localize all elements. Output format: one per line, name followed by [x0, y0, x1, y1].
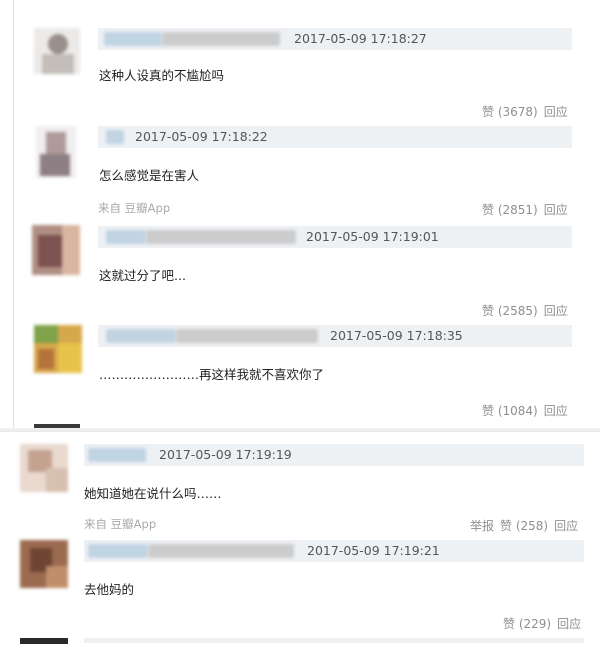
reply-button[interactable]: 回应	[544, 404, 568, 418]
username-extra	[146, 230, 296, 244]
username[interactable]	[88, 448, 146, 462]
username-extra	[162, 32, 280, 46]
avatar[interactable]	[34, 28, 80, 74]
comment-source: 来自 豆瓣App	[84, 517, 157, 531]
comment-actions: 赞 (3678) 回应	[482, 103, 568, 120]
like-button[interactable]: 赞 (258)	[500, 519, 548, 533]
comment-text: 去他妈的	[84, 582, 135, 597]
report-button[interactable]: 举报	[470, 519, 494, 533]
comment-actions: 举报赞 (258) 回应	[470, 517, 578, 534]
like-button[interactable]: 赞 (3678)	[482, 105, 538, 119]
comment-header: 2017-05-09 17:18:35	[98, 325, 572, 347]
timestamp: 2017-05-09 17:18:27	[294, 31, 427, 46]
reply-button[interactable]: 回应	[544, 304, 568, 318]
like-button[interactable]: 赞 (229)	[503, 617, 551, 631]
avatar[interactable]	[20, 540, 68, 588]
comment-header: 2017-05-09 17:18:22	[98, 126, 572, 148]
comment-text: 怎么感觉是在害人	[99, 168, 200, 183]
comment-header-partial	[84, 638, 584, 643]
username[interactable]	[106, 130, 124, 144]
comment-source: 来自 豆瓣App	[98, 201, 171, 215]
comment-actions: 赞 (2585) 回应	[482, 302, 568, 319]
avatar[interactable]	[34, 325, 82, 373]
comment-header: 2017-05-09 17:19:01	[98, 226, 572, 248]
comment-header: 2017-05-09 17:19:19	[84, 444, 584, 466]
reply-button[interactable]: 回应	[544, 105, 568, 119]
avatar[interactable]	[32, 225, 80, 275]
like-button[interactable]: 赞 (2585)	[482, 304, 538, 318]
username[interactable]	[106, 329, 176, 343]
comment-text: ……………………再这样我就不喜欢你了	[99, 367, 325, 382]
timestamp: 2017-05-09 17:19:01	[306, 229, 439, 244]
comment-text: 这就过分了吧...	[99, 268, 186, 283]
timestamp: 2017-05-09 17:19:19	[159, 447, 292, 462]
reply-button[interactable]: 回应	[554, 519, 578, 533]
timestamp: 2017-05-09 17:18:35	[330, 328, 463, 343]
avatar[interactable]	[20, 444, 68, 492]
username-extra	[176, 329, 318, 343]
username[interactable]	[104, 32, 162, 46]
comment-actions: 赞 (2851) 回应	[482, 201, 568, 218]
avatar[interactable]	[36, 126, 76, 178]
comment-actions: 赞 (1084) 回应	[482, 402, 568, 419]
timestamp: 2017-05-09 17:18:22	[135, 129, 268, 144]
avatar-partial	[20, 638, 68, 644]
comment-actions: 赞 (229) 回应	[503, 615, 581, 632]
reply-button[interactable]: 回应	[557, 617, 581, 631]
like-button[interactable]: 赞 (2851)	[482, 203, 538, 217]
comment-panel-top: 2017-05-09 17:18:27 这种人设真的不尴尬吗 赞 (3678) 回…	[0, 0, 600, 432]
username[interactable]	[88, 544, 148, 558]
comment-text: 她知道她在说什么吗……	[84, 486, 222, 501]
comment-text: 这种人设真的不尴尬吗	[99, 68, 225, 83]
username-extra	[148, 544, 294, 558]
comment-header: 2017-05-09 17:19:21	[84, 540, 584, 562]
comment-header: 2017-05-09 17:18:27	[98, 28, 572, 50]
reply-button[interactable]: 回应	[544, 203, 568, 217]
like-button[interactable]: 赞 (1084)	[482, 404, 538, 418]
left-rule	[13, 0, 14, 428]
comment-panel-bottom: 2017-05-09 17:19:19 她知道她在说什么吗…… 来自 豆瓣App…	[0, 432, 600, 651]
timestamp: 2017-05-09 17:19:21	[307, 543, 440, 558]
username[interactable]	[106, 230, 146, 244]
